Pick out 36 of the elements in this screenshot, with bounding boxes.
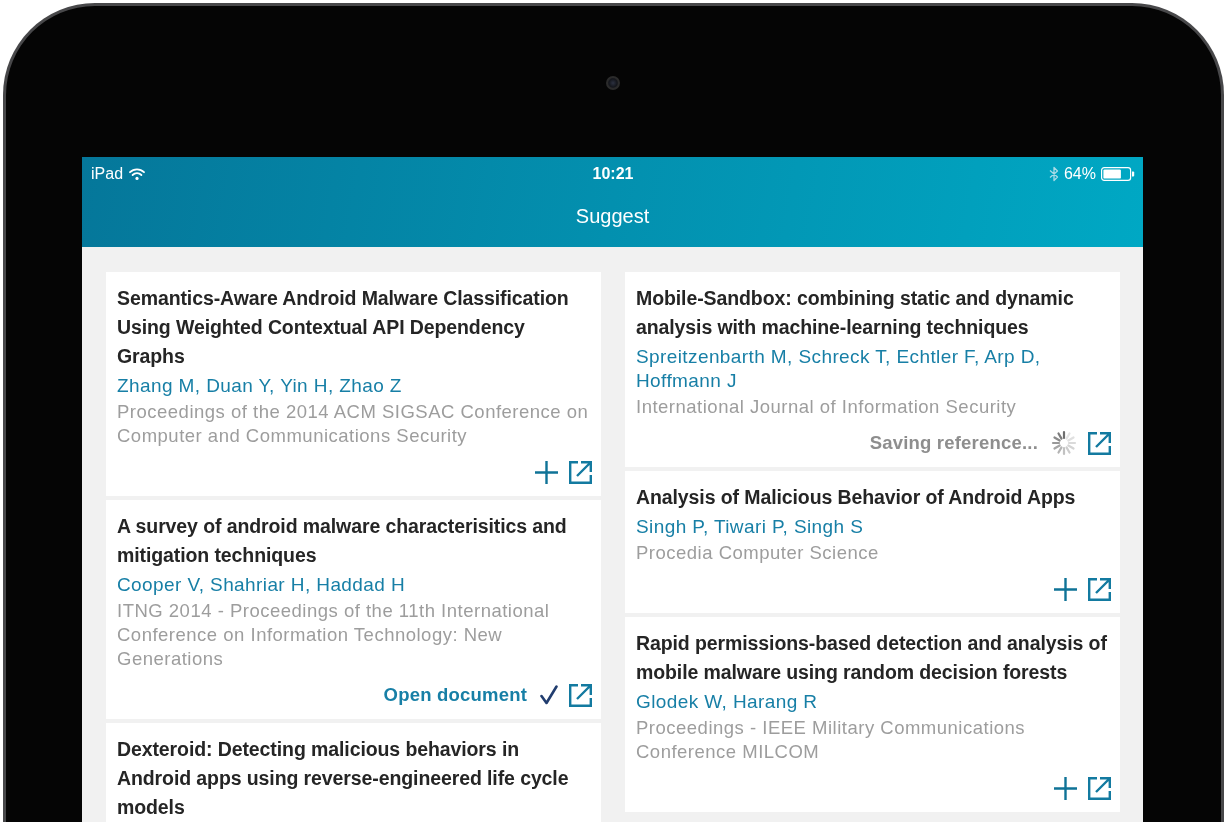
- wifi-icon: [129, 167, 146, 180]
- publication-source: International Journal of Information Security: [636, 395, 1018, 419]
- device-name: iPad: [91, 163, 124, 184]
- checkmark-icon: [540, 685, 558, 705]
- author-list: Glodek W, Harang R: [636, 690, 1111, 714]
- plus-icon[interactable]: [1054, 776, 1077, 800]
- clock-text: 10:21: [592, 163, 634, 184]
- open-document-link[interactable]: Open document: [383, 683, 527, 707]
- author-list: Zhang M, Duan Y, Yin H, Zhao Z: [117, 374, 592, 398]
- author-list: Cooper V, Shahriar H, Haddad H: [117, 573, 592, 597]
- page-title: Suggest: [575, 203, 650, 228]
- external-link-icon[interactable]: [1088, 431, 1111, 455]
- external-link-icon[interactable]: [569, 460, 592, 484]
- publication-source: Proceedings - IEEE Military Communications Conference MILCOM: [636, 716, 1027, 764]
- bluetooth-icon: [1048, 165, 1059, 182]
- publication-source: ITNG 2014 - Proceedings of the 11th International Conference on Information Technology: New Generations: [117, 599, 551, 671]
- external-link-icon[interactable]: [1088, 577, 1111, 601]
- author-list: Singh P, Tiwari P, Singh S: [636, 515, 1111, 539]
- author-list: Spreitzenbarth M, Schreck T, Echtler F, Arp D, Hoffmann J: [636, 345, 1111, 393]
- external-link-icon[interactable]: [569, 683, 592, 707]
- article-title: Mobile-Sandbox: combining static and dynamic analysis with machine-learning techniques: [636, 286, 1075, 340]
- publication-source: Procedia Computer Science: [636, 541, 880, 565]
- spinner-icon: [1051, 430, 1077, 456]
- article-title: Analysis of Malicious Behavior of Android Apps: [636, 485, 1077, 510]
- battery-icon: [1101, 166, 1135, 181]
- external-link-icon[interactable]: [1088, 776, 1111, 800]
- camera-icon: [605, 76, 620, 90]
- article-title: Dexteroid: Detecting malicious behaviors in Android apps using reverse-engineered life cycle models: [117, 737, 570, 820]
- plus-icon[interactable]: [1054, 577, 1077, 601]
- article-title: Semantics-Aware Android Malware Classification Using Weighted Contextual API Dependency Graphs: [117, 286, 570, 369]
- battery-percent: 64%: [1063, 163, 1096, 184]
- plus-icon[interactable]: [535, 460, 558, 484]
- publication-source: Proceedings of the 2014 ACM SIGSAC Conference on Computer and Communications Security: [117, 400, 590, 448]
- saving-status-text: Saving reference...: [869, 431, 1038, 455]
- article-title: A survey of android malware characterisitics and mitigation techniques: [117, 514, 568, 568]
- article-title: Rapid permissions-based detection and analysis of mobile malware using random decision forests: [636, 631, 1108, 685]
